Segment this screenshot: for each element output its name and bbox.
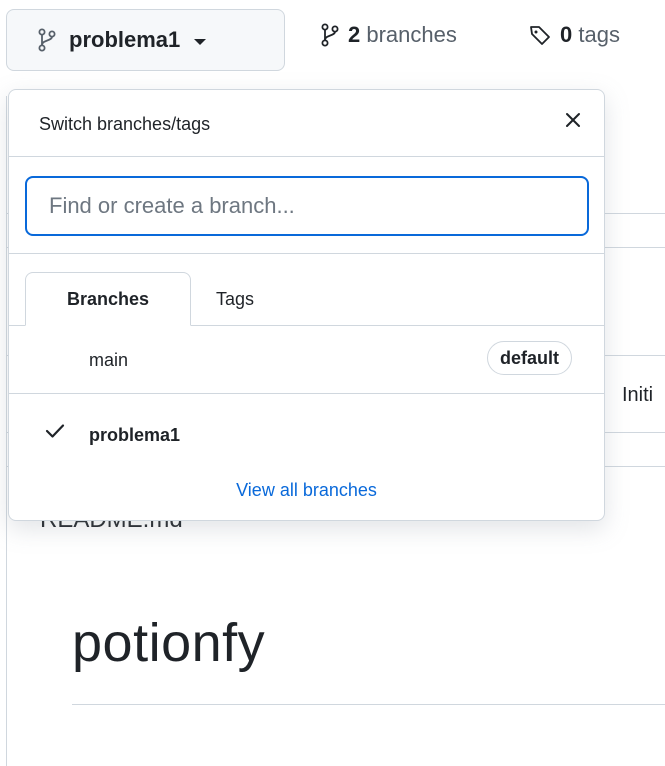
dropdown-tabs: Branches Tags [9, 254, 604, 326]
dropdown-header: Switch branches/tags [9, 90, 604, 157]
git-branch-icon [320, 23, 340, 47]
caret-down-icon [194, 38, 207, 45]
close-button[interactable] [559, 108, 587, 136]
readme-title: potionfy [72, 613, 266, 673]
readme-title-rule [72, 704, 665, 705]
tab-tags[interactable]: Tags [199, 272, 271, 326]
branches-count: 2 [348, 22, 361, 47]
branch-name: main [89, 350, 129, 370]
tab-branches[interactable]: Branches [25, 272, 191, 326]
git-branch-icon [37, 28, 57, 52]
x-icon [564, 111, 582, 134]
check-icon [45, 423, 65, 444]
branch-item-main[interactable]: main default [9, 326, 604, 394]
branch-item-problema1[interactable]: problema1 [9, 395, 604, 467]
branch-search-section [9, 157, 604, 254]
branches-label: branches [366, 22, 457, 47]
tags-link[interactable]: 0 tags [528, 22, 620, 48]
dropdown-title: Switch branches/tags [39, 114, 211, 134]
view-all-branches-link[interactable]: View all branches [9, 480, 604, 501]
default-badge: default [486, 341, 572, 375]
branch-search-input[interactable] [25, 176, 589, 236]
branch-select-button[interactable]: problema1 [6, 9, 285, 71]
current-branch-label: problema1 [69, 27, 181, 52]
tags-count: 0 [560, 22, 573, 47]
repo-page: Initi README.md potionfy problema1 2 bra… [0, 0, 665, 766]
tags-label: tags [578, 22, 620, 47]
branches-link[interactable]: 2 branches [320, 22, 457, 48]
branch-switcher-dropdown: Switch branches/tags Branches Tags main … [8, 89, 605, 521]
tag-icon [528, 23, 552, 47]
branch-name: problema1 [89, 425, 181, 445]
commit-message[interactable]: Initi [622, 384, 653, 407]
